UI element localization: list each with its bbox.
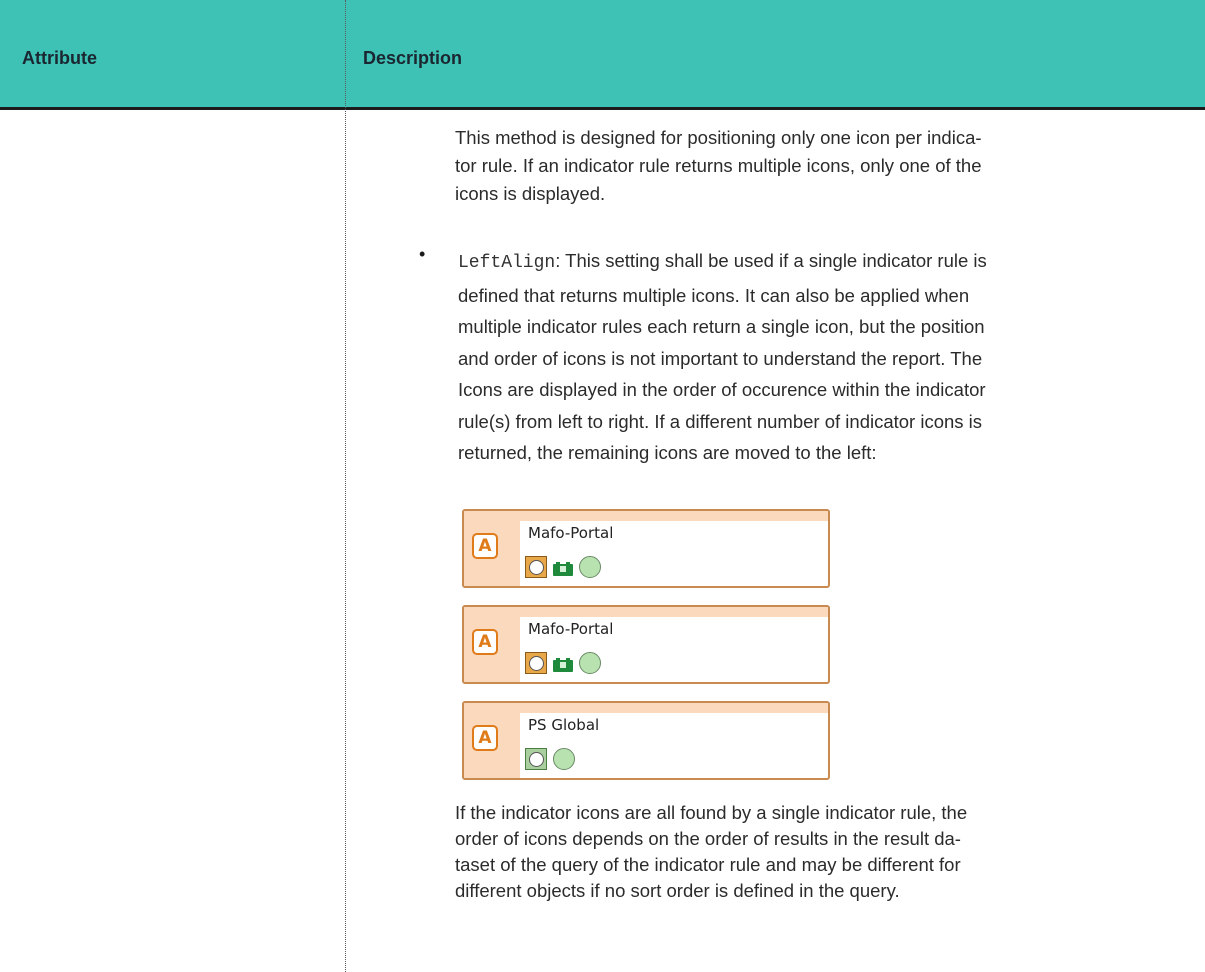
indicator-icons: [525, 556, 601, 578]
text-line: If the indicator icons are all found by …: [455, 802, 968, 823]
text-line: order of icons depends on the order of r…: [455, 828, 961, 849]
text-line: returned, the remaining icons are moved …: [458, 442, 877, 463]
text-line: multiple indicator rules each return a s…: [458, 316, 985, 337]
text-line: defined that returns multiple icons. It …: [458, 284, 970, 306]
text-line: and order of icons is not important to u…: [458, 347, 983, 369]
bullet-marker: •: [419, 244, 426, 264]
indicator-icons: [525, 652, 601, 674]
code-leftalign: LeftAlign: [458, 253, 556, 273]
text-line: LeftAlign: This setting shall be used if…: [458, 245, 1193, 280]
text-segment: : This setting shall be used if a single…: [555, 250, 987, 271]
application-type-icon: A: [472, 725, 498, 751]
example-object-box: A Mafo-Portal: [462, 509, 830, 588]
green-circle-icon: [553, 748, 575, 770]
green-circle-icon: [579, 652, 601, 674]
text-line: rule(s) from left to right. If a differe…: [458, 410, 983, 432]
paragraph-leftalign: LeftAlign: This setting shall be used if…: [458, 245, 1193, 469]
object-name: Mafo-Portal: [528, 620, 614, 638]
object-name: Mafo-Portal: [528, 524, 614, 542]
text-line: icons is displayed.: [455, 183, 606, 204]
sad-face-icon: [525, 652, 547, 674]
text-line: taset of the query of the indicator rule…: [455, 854, 961, 875]
happy-face-icon: [525, 748, 547, 770]
example-object-box: A PS Global: [462, 701, 830, 780]
column-header-description: Description: [363, 48, 463, 68]
battery-icon: [553, 657, 573, 672]
battery-icon: [553, 561, 573, 576]
column-divider: [345, 0, 346, 972]
sad-face-icon: [525, 556, 547, 578]
green-circle-icon: [579, 556, 601, 578]
application-type-icon: A: [472, 629, 498, 655]
column-header-attribute: Attribute: [22, 48, 97, 68]
text-line: tor rule. If an indicator rule returns m…: [455, 155, 982, 176]
text-line: This method is designed for positioning …: [455, 127, 982, 148]
paragraph-single-rule-order: If the indicator icons are all found by …: [455, 800, 1190, 904]
example-object-box: A Mafo-Portal: [462, 605, 830, 684]
paragraph-one-icon-method: This method is designed for positioning …: [455, 124, 1190, 208]
object-name: PS Global: [528, 716, 600, 734]
text-line: Icons are displayed in the order of occu…: [458, 379, 986, 400]
application-type-icon: A: [472, 533, 498, 559]
text-line: different objects if no sort order is de…: [455, 880, 900, 901]
table-header: Attribute Description: [0, 0, 1205, 110]
indicator-icons: [525, 748, 575, 770]
